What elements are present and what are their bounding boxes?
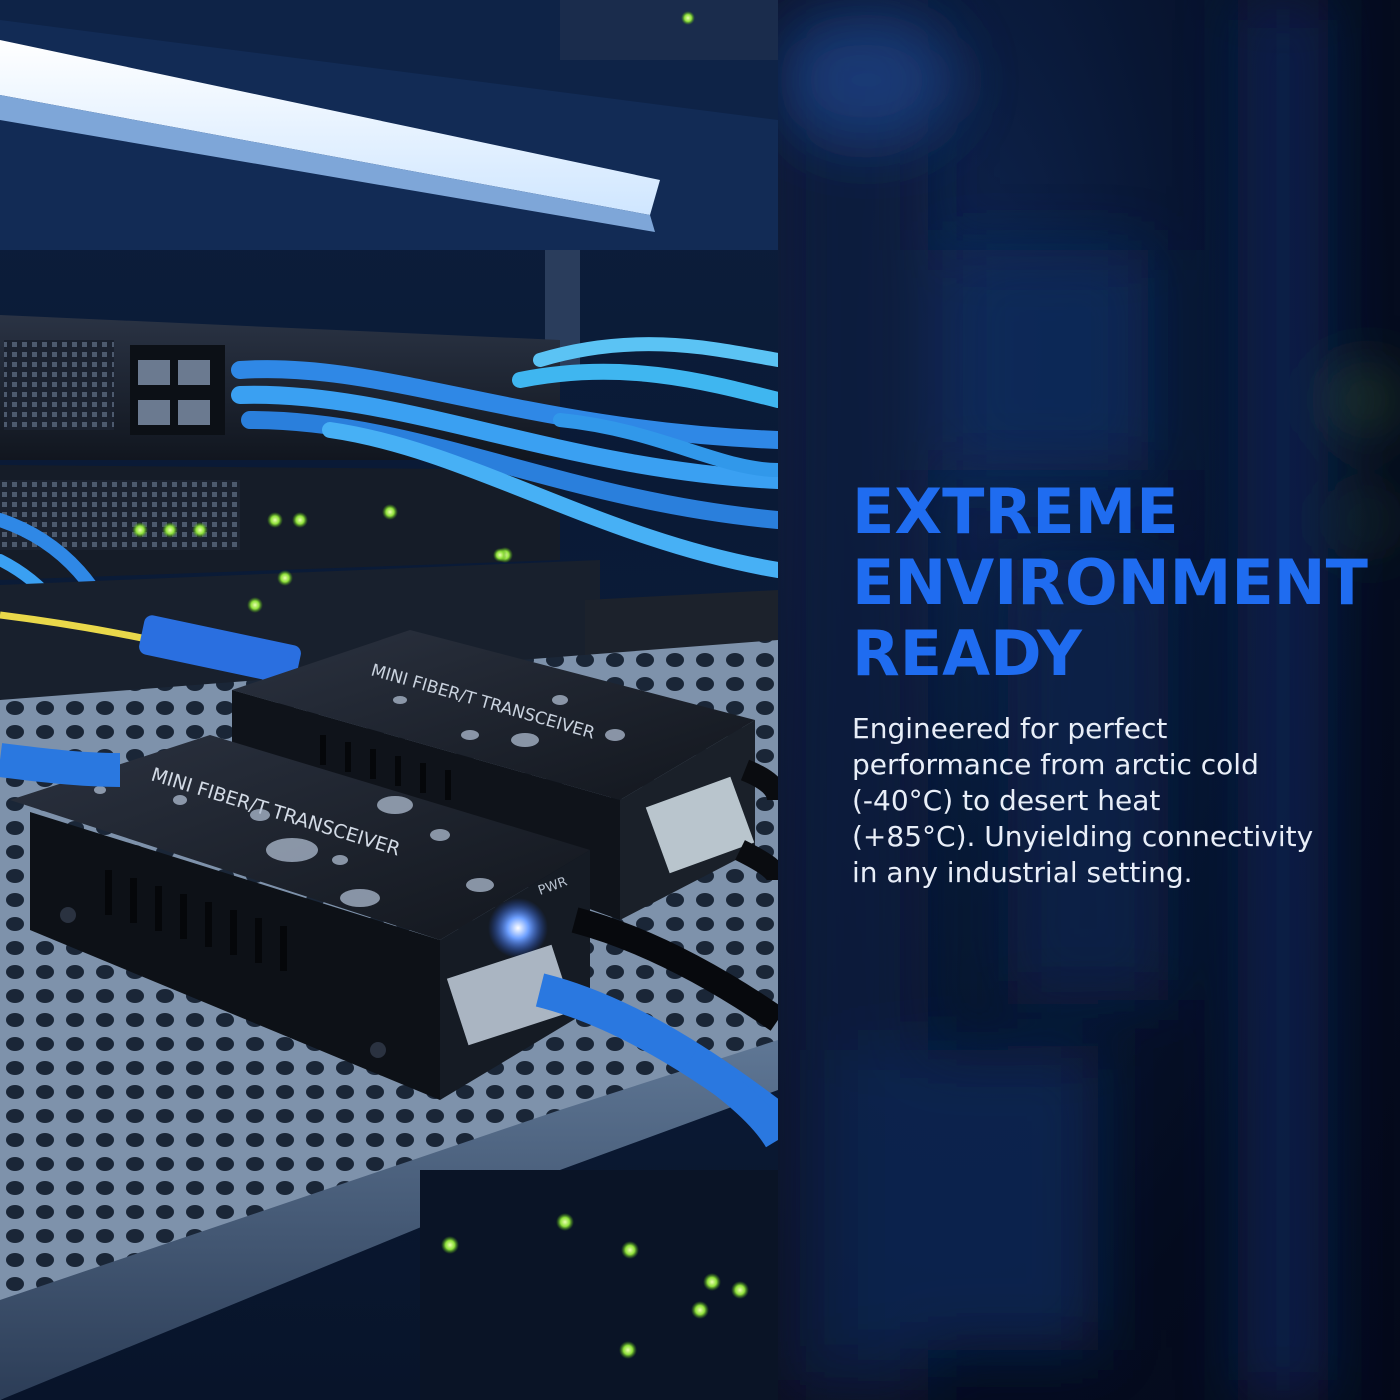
status-led [731, 1281, 749, 1299]
status-led [493, 548, 507, 562]
status-led [192, 522, 208, 538]
status-led [382, 504, 398, 520]
blurred-background [778, 0, 1393, 1400]
status-led [621, 1241, 639, 1259]
status-led [441, 1236, 459, 1254]
body-copy: Engineered for perfect performance from … [852, 711, 1372, 891]
product-feature-banner: MINI FIBER/T TRANSCEIVER MINI FIBER/T TR… [0, 0, 1400, 1400]
headline-line: READY [852, 617, 1082, 690]
server-rack-illustration: MINI FIBER/T TRANSCEIVER MINI FIBER/T TR… [0, 0, 778, 1400]
text-panel [778, 0, 1400, 1400]
body-line: (+85°C). Unyielding connectivity [852, 820, 1314, 853]
status-led [267, 512, 283, 528]
status-led [162, 522, 178, 538]
body-line: Engineered for perfect [852, 712, 1168, 745]
status-led [277, 570, 293, 586]
body-line: (-40°C) to desert heat [852, 784, 1161, 817]
status-led [292, 512, 308, 528]
status-led [703, 1273, 721, 1291]
body-line: performance from arctic cold [852, 748, 1259, 781]
status-led [691, 1301, 709, 1319]
status-led [132, 522, 148, 538]
status-led [681, 11, 695, 25]
status-led [619, 1341, 637, 1359]
server-rack-photo: MINI FIBER/T TRANSCEIVER MINI FIBER/T TR… [0, 0, 778, 1400]
status-led [556, 1213, 574, 1231]
status-led [247, 597, 263, 613]
headline-line: EXTREME [852, 475, 1179, 548]
headline: EXTREME ENVIRONMENT READY [852, 476, 1372, 689]
headline-line: ENVIRONMENT [852, 546, 1368, 619]
body-line: in any industrial setting. [852, 856, 1193, 889]
